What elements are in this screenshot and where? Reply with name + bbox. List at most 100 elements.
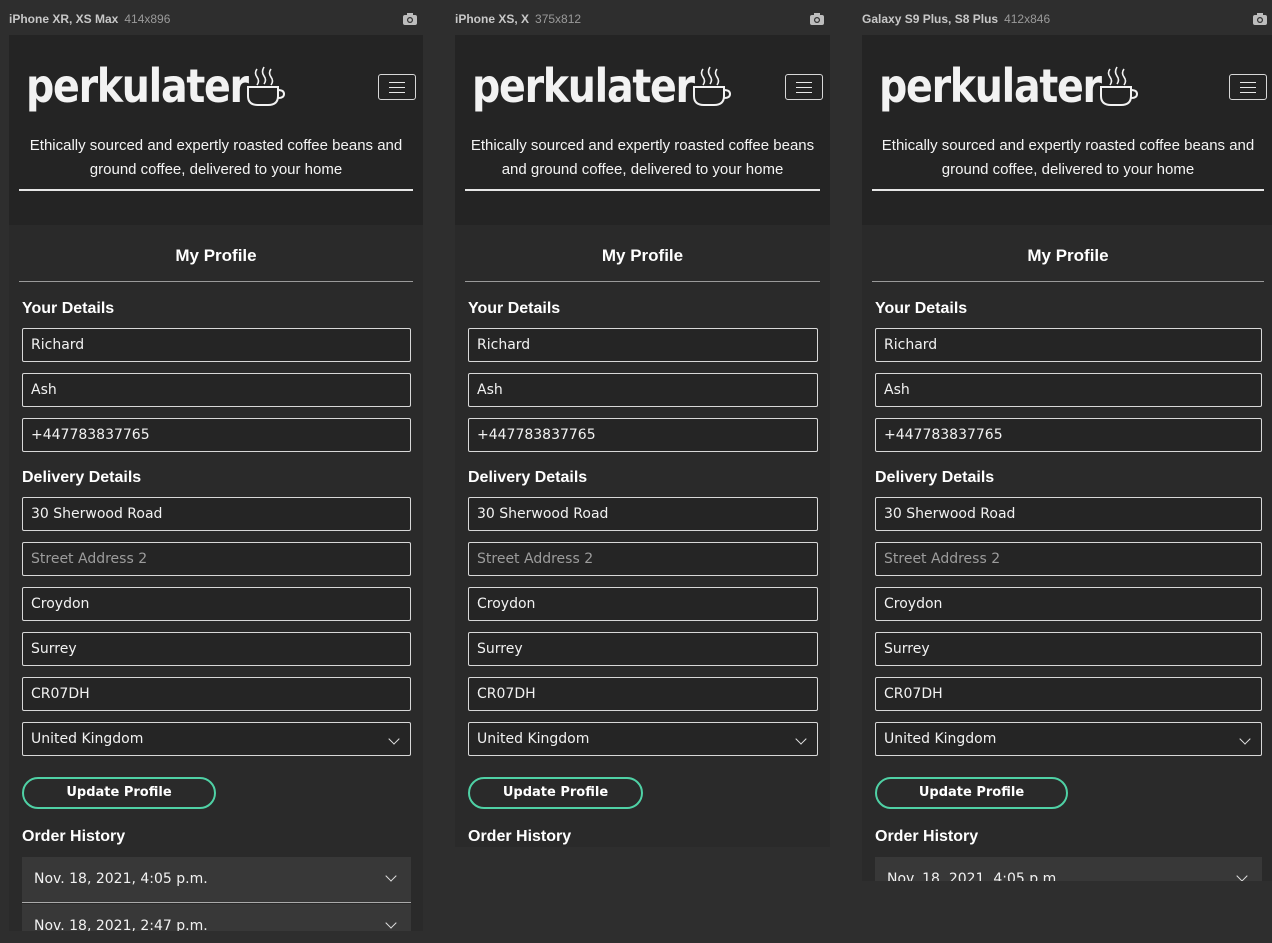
town-field[interactable] (22, 587, 411, 621)
divider (872, 189, 1264, 191)
order-item[interactable]: Nov. 18, 2021, 4:05 p.m. (22, 857, 411, 903)
postcode-field[interactable] (875, 677, 1262, 711)
menu-toggle-button[interactable] (378, 74, 416, 100)
last-name-field[interactable] (22, 373, 411, 407)
tagline: Ethically sourced and expertly roasted c… (470, 137, 815, 178)
phone-input[interactable] (876, 419, 1261, 451)
town-input[interactable] (23, 588, 410, 620)
street-address-2-field[interactable] (468, 542, 818, 576)
tagline: Ethically sourced and expertly roasted c… (29, 137, 403, 178)
last-name-input[interactable] (23, 374, 410, 406)
camera-icon[interactable] (402, 12, 418, 26)
divider (872, 281, 1264, 282)
chevron-down-icon (1236, 870, 1248, 881)
street-address-1-field[interactable] (468, 497, 818, 531)
phone-input[interactable] (23, 419, 410, 451)
town-input[interactable] (469, 588, 817, 620)
county-field[interactable] (875, 632, 1262, 666)
street-address-1-input[interactable] (469, 498, 817, 530)
postcode-input[interactable] (23, 678, 410, 710)
county-input[interactable] (23, 633, 410, 665)
county-field[interactable] (468, 632, 818, 666)
first-name-input[interactable] (469, 329, 817, 361)
country-select[interactable]: United Kingdom (875, 722, 1262, 756)
menu-toggle-button[interactable] (1229, 74, 1267, 100)
update-profile-button[interactable]: Update Profile (22, 777, 216, 809)
chevron-down-icon (385, 917, 397, 929)
your-details-heading: Your Details (875, 300, 968, 317)
update-profile-button[interactable]: Update Profile (468, 777, 643, 809)
update-profile-button[interactable]: Update Profile (875, 777, 1068, 809)
last-name-input[interactable] (469, 374, 817, 406)
device-label: iPhone XR, XS Max 414x896 (9, 12, 171, 26)
country-value: United Kingdom (477, 731, 590, 747)
device-screen: perkulater Ethically sourced and expertl… (455, 35, 830, 847)
postcode-input[interactable] (469, 678, 817, 710)
divider (465, 281, 820, 282)
order-history-heading: Order History (22, 828, 126, 845)
order-item[interactable]: Nov. 18, 2021, 2:47 p.m. (22, 904, 411, 931)
first-name-field[interactable] (875, 328, 1262, 362)
country-select[interactable]: United Kingdom (22, 722, 411, 756)
brand-logo[interactable]: perkulater (879, 63, 1102, 109)
chevron-down-icon (385, 870, 397, 882)
order-history-heading: Order History (875, 828, 979, 845)
town-field[interactable] (468, 587, 818, 621)
page-title: My Profile (1027, 246, 1109, 265)
country-select[interactable]: United Kingdom (468, 722, 818, 756)
country-value: United Kingdom (884, 731, 997, 747)
street-address-1-input[interactable] (23, 498, 410, 530)
postcode-field[interactable] (468, 677, 818, 711)
brand-logo[interactable]: perkulater (472, 63, 695, 109)
device-screen: perkulater Ethically sourced and expertl… (862, 35, 1272, 881)
county-field[interactable] (22, 632, 411, 666)
street-address-1-field[interactable] (22, 497, 411, 531)
street-address-2-field[interactable] (875, 542, 1262, 576)
first-name-input[interactable] (876, 329, 1261, 361)
device-screen: perkulater Ethically sourced and expertl… (9, 35, 423, 931)
phone-field[interactable] (468, 418, 818, 452)
device-label: Galaxy S9 Plus, S8 Plus 412x846 (862, 12, 1051, 26)
coffee-cup-icon (1100, 66, 1138, 106)
last-name-field[interactable] (468, 373, 818, 407)
postcode-field[interactable] (22, 677, 411, 711)
your-details-heading: Your Details (468, 300, 561, 317)
camera-icon[interactable] (809, 12, 825, 26)
first-name-field[interactable] (468, 328, 818, 362)
street-address-1-field[interactable] (875, 497, 1262, 531)
tagline: Ethically sourced and expertly roasted c… (881, 137, 1255, 178)
device-label: iPhone XS, X 375x812 (455, 12, 582, 26)
county-input[interactable] (469, 633, 817, 665)
camera-icon[interactable] (1252, 12, 1268, 26)
phone-input[interactable] (469, 419, 817, 451)
street-address-2-input[interactable] (469, 543, 817, 575)
menu-toggle-button[interactable] (785, 74, 823, 100)
coffee-cup-icon (693, 66, 731, 106)
phone-field[interactable] (875, 418, 1262, 452)
coffee-cup-icon (247, 66, 285, 106)
delivery-details-heading: Delivery Details (468, 469, 588, 486)
your-details-heading: Your Details (22, 300, 115, 317)
country-value: United Kingdom (31, 731, 144, 747)
last-name-input[interactable] (876, 374, 1261, 406)
street-address-2-input[interactable] (876, 543, 1261, 575)
page-title: My Profile (601, 246, 684, 265)
phone-field[interactable] (22, 418, 411, 452)
street-address-2-field[interactable] (22, 542, 411, 576)
brand-logo[interactable]: perkulater (26, 63, 249, 109)
street-address-1-input[interactable] (876, 498, 1261, 530)
town-input[interactable] (876, 588, 1261, 620)
street-address-2-input[interactable] (23, 543, 410, 575)
order-history-heading: Order History (468, 828, 572, 845)
postcode-input[interactable] (876, 678, 1261, 710)
delivery-details-heading: Delivery Details (22, 469, 142, 486)
last-name-field[interactable] (875, 373, 1262, 407)
divider (465, 189, 820, 191)
first-name-input[interactable] (23, 329, 410, 361)
county-input[interactable] (876, 633, 1261, 665)
town-field[interactable] (875, 587, 1262, 621)
divider (19, 281, 413, 282)
page-title: My Profile (175, 246, 257, 265)
order-item[interactable]: Nov. 18, 2021, 4:05 p.m. (875, 857, 1262, 881)
first-name-field[interactable] (22, 328, 411, 362)
